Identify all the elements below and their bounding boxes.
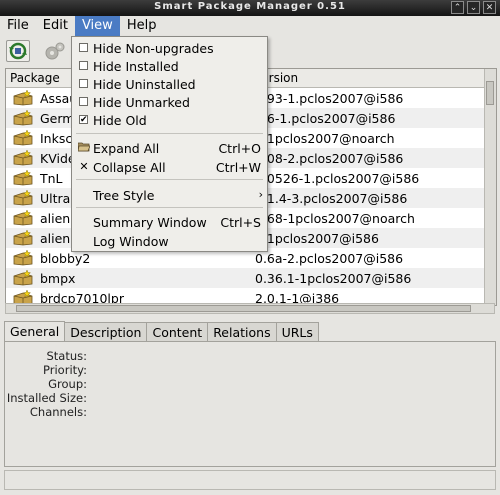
tab-general[interactable]: General <box>4 321 66 343</box>
tab-relations[interactable]: Relations <box>207 322 277 342</box>
checkbox-icon <box>79 79 88 88</box>
info-tabs: General Description Content Relations UR… <box>4 321 319 343</box>
package-icon <box>13 110 33 126</box>
package-name: blobby2 <box>40 251 91 266</box>
tab-content[interactable]: Content <box>146 322 209 342</box>
package-version: 0.6-1.pclos2007@i586 <box>255 111 396 126</box>
menu-separator <box>76 133 263 134</box>
status-label: Status: <box>46 349 87 363</box>
package-version: 0.1pclos2007@noarch <box>255 131 395 146</box>
window-maximize-button[interactable]: ⌄ <box>467 1 480 14</box>
package-icon <box>13 190 33 206</box>
menu-hide-old[interactable]: ✔ Hide Old <box>72 111 267 129</box>
package-name: bmpx <box>40 271 76 286</box>
package-version: 0.0526-1.pclos2007@i586 <box>255 171 420 186</box>
tab-urls[interactable]: URLs <box>275 322 319 342</box>
package-version: 0.93-1.pclos2007@i586 <box>255 91 404 106</box>
gears-icon <box>45 42 65 60</box>
package-version: 0.1.4-3.pclos2007@i586 <box>255 191 408 206</box>
checkbox-icon <box>79 61 88 70</box>
package-icon <box>13 130 33 146</box>
apply-changes-button[interactable] <box>43 40 67 62</box>
checkbox-icon <box>79 43 88 52</box>
column-package[interactable]: Package <box>10 71 60 85</box>
package-version: 0.08-2.pclos2007@i586 <box>255 151 404 166</box>
tab-description[interactable]: Description <box>64 322 148 342</box>
installed-size-label: Installed Size: <box>6 391 87 405</box>
package-name: Germ <box>40 111 75 126</box>
menu-collapse-all[interactable]: ✕ Collapse All Ctrl+W <box>72 158 267 176</box>
window-title: Smart Package Manager 0.51 <box>154 1 346 12</box>
group-label: Group: <box>48 377 87 391</box>
priority-label: Priority: <box>43 363 87 377</box>
menu-separator <box>76 179 263 180</box>
menu-separator <box>76 207 263 208</box>
title-bar[interactable]: Smart Package Manager 0.51 ⌃ ⌄ ✕ <box>0 0 500 16</box>
vertical-scrollbar[interactable] <box>484 69 496 305</box>
main-window: Smart Package Manager 0.51 ⌃ ⌄ ✕ File Ed… <box>0 0 500 495</box>
menu-file[interactable]: File <box>0 16 36 36</box>
menu-edit[interactable]: Edit <box>36 16 75 36</box>
package-icon <box>13 250 33 266</box>
menu-hide-non-upgrades[interactable]: Hide Non-upgrades <box>72 39 267 57</box>
menu-help[interactable]: Help <box>120 16 164 36</box>
menu-expand-all[interactable]: Expand All Ctrl+O <box>72 139 267 157</box>
package-version: 0.6a-2.pclos2007@i586 <box>255 251 404 266</box>
package-icon <box>13 90 33 106</box>
package-name: alien <box>40 211 71 226</box>
package-icon <box>13 150 33 166</box>
collapse-x-icon: ✕ <box>79 160 89 173</box>
menu-hide-uninstalled[interactable]: Hide Uninstalled <box>72 75 267 93</box>
status-bar <box>4 470 496 490</box>
view-menu-dropdown: Hide Non-upgrades Hide Installed Hide Un… <box>71 36 268 252</box>
update-channels-button[interactable] <box>6 40 30 62</box>
checkbox-checked-icon: ✔ <box>79 115 88 125</box>
submenu-arrow-icon: › <box>258 188 263 201</box>
channels-label: Channels: <box>29 405 87 419</box>
menu-hide-installed[interactable]: Hide Installed <box>72 57 267 75</box>
menu-summary-window[interactable]: Summary Window Ctrl+S <box>72 213 267 231</box>
menu-view[interactable]: View <box>74 16 120 36</box>
checkbox-icon <box>79 97 88 106</box>
update-channels-icon <box>9 42 27 60</box>
window-shade-button[interactable]: ⌃ <box>451 1 464 14</box>
general-panel: Status: Priority: Group: Installed Size:… <box>4 341 496 467</box>
package-version: 8.68-1pclos2007@noarch <box>255 211 415 226</box>
package-version: 1.1pclos2007@i586 <box>255 231 379 246</box>
menu-log-window[interactable]: Log Window <box>72 232 267 250</box>
package-name: TnL <box>40 171 63 186</box>
table-row[interactable]: bmpx 0.36.1-1pclos2007@i586 <box>6 268 484 288</box>
package-icon <box>13 170 33 186</box>
package-version: 0.36.1-1pclos2007@i586 <box>255 271 412 286</box>
menu-tree-style[interactable]: Tree Style › <box>72 186 267 204</box>
package-icon <box>13 230 33 246</box>
package-icon <box>13 210 33 226</box>
horizontal-scrollbar[interactable] <box>5 303 495 314</box>
package-icon <box>13 270 33 286</box>
menu-hide-unmarked[interactable]: Hide Unmarked <box>72 93 267 111</box>
open-folder-icon <box>77 141 91 154</box>
menu-bar: File Edit View Help <box>0 16 500 36</box>
window-close-button[interactable]: ✕ <box>483 1 496 14</box>
